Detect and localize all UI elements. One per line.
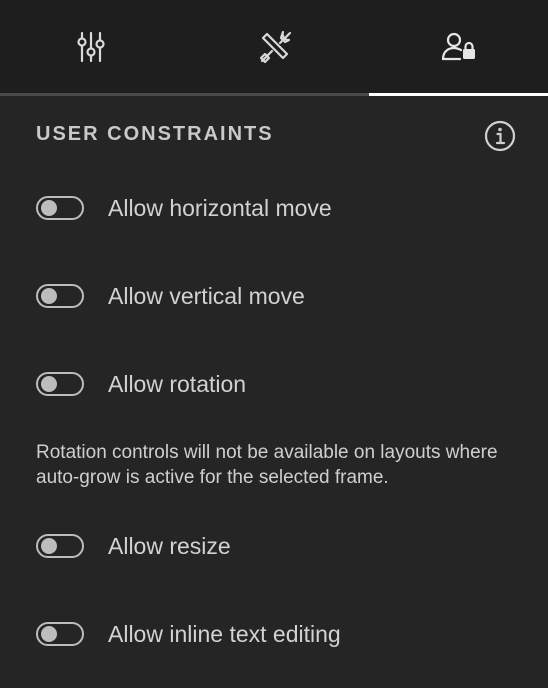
toggle-knob [41, 200, 57, 216]
resize-label: Allow resize [108, 532, 231, 559]
toggle-knob [41, 538, 57, 554]
horizontal-move-toggle[interactable] [36, 196, 84, 220]
constraint-inline-text-editing[interactable]: Allow inline text editing [36, 614, 341, 654]
info-icon [484, 120, 516, 156]
vertical-move-toggle[interactable] [36, 284, 84, 308]
rotation-toggle[interactable] [36, 372, 84, 396]
vertical-move-label: Allow vertical move [108, 282, 305, 309]
inline-text-editing-toggle[interactable] [36, 622, 84, 646]
sliders-icon [75, 31, 107, 63]
constraint-resize[interactable]: Allow resize [36, 526, 231, 566]
rotation-note: Rotation controls will not be available … [36, 442, 498, 488]
constraint-horizontal-move[interactable]: Allow horizontal move [36, 188, 332, 228]
toggle-knob [41, 626, 57, 642]
info-button[interactable] [484, 120, 516, 152]
tab-tools[interactable] [182, 0, 369, 93]
tab-tools-indicator [182, 93, 369, 96]
rotation-label: Allow rotation [108, 370, 247, 397]
resize-toggle[interactable] [36, 534, 84, 558]
tab-bar [0, 0, 548, 96]
tab-user-constraints[interactable] [369, 0, 548, 93]
section-title: USER CONSTRAINTS [36, 123, 274, 145]
tab-properties-indicator [0, 93, 182, 96]
toggle-knob [41, 288, 57, 304]
user-lock-icon [441, 31, 477, 63]
tab-properties[interactable] [0, 0, 182, 93]
toggle-knob [41, 376, 57, 392]
inline-text-editing-label: Allow inline text editing [108, 620, 341, 647]
tab-user-constraints-indicator [369, 93, 548, 96]
constraint-rotation[interactable]: Allow rotation [36, 364, 246, 404]
constraint-vertical-move[interactable]: Allow vertical move [36, 276, 305, 316]
horizontal-move-label: Allow horizontal move [108, 194, 332, 221]
tools-icon [259, 30, 293, 64]
